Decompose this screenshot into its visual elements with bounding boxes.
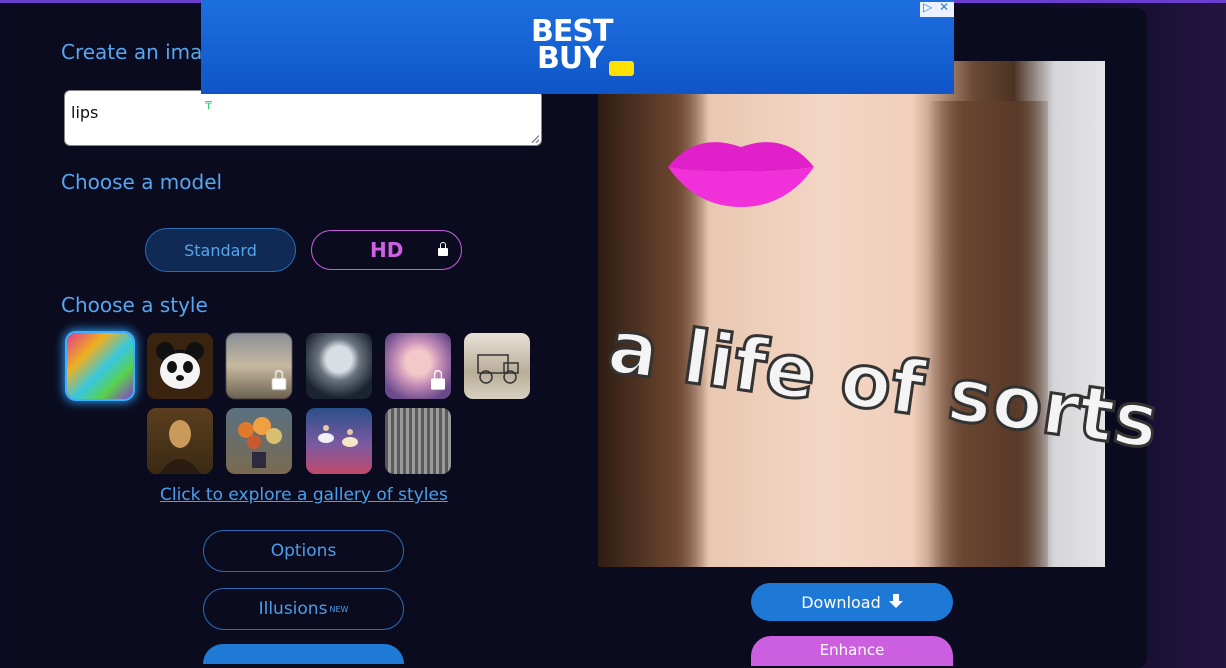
download-arrow-icon — [888, 594, 903, 608]
download-label: Download — [801, 592, 881, 612]
wordart-text: a life of sorts — [603, 320, 1160, 466]
enhance-button[interactable]: Enhance — [751, 636, 953, 666]
illusions-label: Illusions — [258, 599, 328, 619]
choose-model-label: Choose a model — [61, 170, 223, 194]
choose-style-label: Choose a style — [61, 293, 208, 317]
lips-graphic — [668, 142, 814, 207]
standard-model-button[interactable]: Standard — [145, 228, 296, 272]
enhance-label: Enhance — [819, 641, 885, 659]
ad-info-icon[interactable]: ▷ — [923, 0, 932, 14]
style-tile-ballet[interactable] — [306, 408, 372, 474]
ad-close-icon[interactable]: ✕ — [939, 0, 949, 14]
options-button[interactable]: Options — [203, 530, 404, 572]
panda-icon — [156, 342, 204, 389]
lock-icon — [272, 369, 286, 390]
style-tile-blurred-city[interactable] — [226, 333, 292, 399]
ad-choices-badge[interactable]: ▷ ✕ — [920, 0, 954, 17]
car-sketch-icon — [477, 354, 519, 384]
ad-feedback-icon[interactable]: ₸ — [205, 99, 212, 112]
lock-icon — [438, 242, 448, 256]
price-tag-icon — [609, 61, 634, 76]
resize-handle[interactable] — [531, 135, 539, 143]
style-tile-abstract[interactable] — [65, 331, 135, 401]
style-tile-anime-girl[interactable] — [385, 333, 451, 399]
hd-model-button[interactable]: HD — [311, 230, 462, 270]
download-button[interactable]: Download — [751, 583, 953, 621]
dancers-icon — [318, 425, 358, 447]
ad-banner[interactable]: BEST BUY ▷ ✕ — [201, 0, 954, 94]
illusions-button[interactable]: Illusions NEW — [203, 588, 404, 630]
portrait-icon — [159, 420, 201, 474]
style-tile-panda[interactable] — [147, 333, 213, 399]
hd-label: HD — [370, 238, 404, 262]
style-tile-mona-lisa[interactable] — [147, 408, 213, 474]
generate-button[interactable] — [203, 644, 404, 664]
lock-icon — [431, 369, 445, 390]
flowers-icon — [238, 417, 282, 468]
style-tile-city-sketch[interactable] — [385, 408, 451, 474]
style-gallery-link[interactable]: Click to explore a gallery of styles — [160, 485, 448, 505]
prompt-input[interactable]: lips — [64, 90, 542, 146]
style-tile-vintage-car[interactable] — [464, 333, 530, 399]
new-badge: NEW — [329, 604, 349, 614]
best-buy-logo: BEST BUY — [531, 14, 613, 76]
prompt-value: lips — [71, 103, 99, 122]
style-tile-robot[interactable] — [306, 333, 372, 399]
wordart-overlay: a life of sorts — [601, 320, 1160, 467]
style-tile-flowers[interactable] — [226, 408, 292, 474]
